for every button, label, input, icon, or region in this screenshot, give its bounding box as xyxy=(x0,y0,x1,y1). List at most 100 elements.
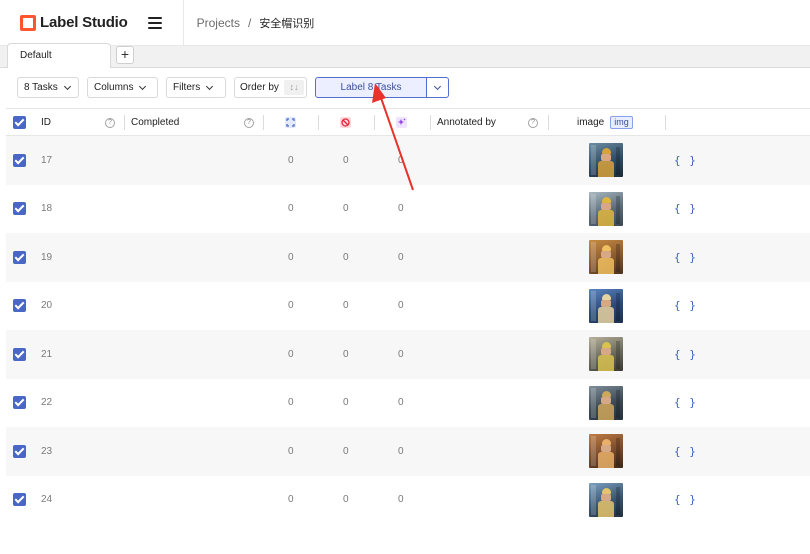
predictions-count: 0 xyxy=(398,445,404,457)
cancelled-count: 0 xyxy=(343,348,349,360)
column-header-total-annotations[interactable] xyxy=(285,109,296,136)
total-annotations-count: 0 xyxy=(288,445,294,457)
completed-help-icon[interactable]: ? xyxy=(244,109,254,136)
table-row[interactable]: 22 0 0 0 { } xyxy=(6,378,810,427)
row-checkbox[interactable] xyxy=(13,136,26,184)
predictions-count: 0 xyxy=(398,154,404,166)
row-checkbox[interactable] xyxy=(13,427,26,475)
row-checkbox[interactable] xyxy=(13,185,26,233)
task-table-body: 17 0 0 0 { } 18 0 0 0 {} 19 0 0 0 {} 2… xyxy=(6,136,810,524)
image-thumbnail[interactable] xyxy=(589,191,623,226)
chevron-down-icon xyxy=(433,82,442,90)
table-row[interactable]: 18 0 0 0 { } xyxy=(6,184,810,233)
task-data-json-button[interactable]: { } xyxy=(674,136,697,184)
cancelled-count: 0 xyxy=(343,445,349,457)
expand-icon xyxy=(285,117,296,128)
filters-button[interactable]: Filters xyxy=(166,77,226,98)
image-type-badge: img xyxy=(610,116,633,129)
task-id: 19 xyxy=(41,251,53,263)
image-thumbnail[interactable] xyxy=(589,240,623,274)
table-row[interactable]: 17 0 0 0 { } xyxy=(6,136,810,185)
column-header-annotated-by[interactable]: Annotated by xyxy=(437,109,496,136)
image-thumbnail-cell[interactable] xyxy=(589,379,623,427)
task-data-json-button[interactable]: { } xyxy=(674,476,697,524)
annotated-by-help-icon[interactable]: ? xyxy=(528,109,538,136)
app-name: Label Studio xyxy=(40,14,128,31)
breadcrumb: Projects / 安全帽识别 xyxy=(197,15,315,31)
image-thumbnail[interactable] xyxy=(589,288,623,323)
image-thumbnail[interactable] xyxy=(589,143,623,177)
app-logo[interactable]: Label Studio xyxy=(20,14,128,31)
predictions-count: 0 xyxy=(398,348,404,360)
filters-button-label: Filters xyxy=(173,82,201,93)
id-help-icon[interactable]: ? xyxy=(105,109,115,136)
image-thumbnail-cell[interactable] xyxy=(589,282,623,330)
chevron-down-icon xyxy=(63,82,71,90)
sort-direction-icon[interactable]: ↕↓ xyxy=(284,80,304,95)
image-thumbnail[interactable] xyxy=(589,434,623,468)
column-header-image[interactable]: image img xyxy=(577,109,633,136)
breadcrumb-current-project[interactable]: 安全帽识别 xyxy=(259,15,314,31)
table-row[interactable]: 24 0 0 0 { } xyxy=(6,475,810,524)
tab-default[interactable]: Default xyxy=(7,43,111,69)
column-divider xyxy=(665,115,666,130)
image-thumbnail[interactable] xyxy=(589,482,623,517)
checkbox[interactable] xyxy=(13,493,26,506)
table-row[interactable]: 21 0 0 0 { } xyxy=(6,330,810,379)
checkbox[interactable] xyxy=(13,299,26,312)
image-column-label: image xyxy=(577,117,605,128)
sparkle-icon xyxy=(396,117,407,128)
task-data-json-button[interactable]: { } xyxy=(674,282,697,330)
checkbox[interactable] xyxy=(13,250,26,264)
checkbox[interactable] xyxy=(13,202,26,215)
column-divider xyxy=(374,115,375,130)
column-header-cancelled[interactable] xyxy=(340,109,351,136)
row-checkbox[interactable] xyxy=(13,379,26,427)
column-header-completed[interactable]: Completed xyxy=(131,109,179,136)
task-data-json-button[interactable]: { } xyxy=(674,185,697,233)
table-row[interactable]: 19 0 0 0 { } xyxy=(6,233,810,282)
cancelled-count: 0 xyxy=(343,397,349,408)
select-all-checkbox[interactable] xyxy=(13,109,26,136)
image-thumbnail-cell[interactable] xyxy=(589,476,623,524)
image-thumbnail-cell[interactable] xyxy=(589,330,623,378)
checkbox[interactable] xyxy=(13,116,26,129)
ban-icon xyxy=(340,117,351,128)
row-checkbox[interactable] xyxy=(13,233,26,281)
order-by-button[interactable]: Order by ↕↓ xyxy=(234,77,307,98)
image-thumbnail-cell[interactable] xyxy=(589,427,623,475)
task-data-json-button[interactable]: { } xyxy=(674,233,697,281)
column-header-predictions[interactable] xyxy=(396,109,407,136)
predictions-count: 0 xyxy=(398,397,404,408)
task-data-json-button[interactable]: { } xyxy=(674,330,697,378)
add-tab-button[interactable]: + xyxy=(116,46,134,64)
label-options-dropdown[interactable] xyxy=(426,77,449,98)
row-checkbox[interactable] xyxy=(13,282,26,330)
column-header-id[interactable]: ID xyxy=(41,109,51,136)
image-thumbnail-cell[interactable] xyxy=(589,233,623,281)
cancelled-count: 0 xyxy=(343,300,349,311)
image-thumbnail-cell[interactable] xyxy=(589,185,623,233)
table-header: ID ? Completed ? Annotated by ? image im… xyxy=(6,108,810,136)
checkbox[interactable] xyxy=(13,153,26,167)
checkbox[interactable] xyxy=(13,347,26,361)
task-data-json-button[interactable]: { } xyxy=(674,379,697,427)
table-row[interactable]: 20 0 0 0 { } xyxy=(6,281,810,330)
columns-dropdown[interactable]: Columns xyxy=(87,77,158,98)
checkbox[interactable] xyxy=(13,444,26,458)
label-tasks-button[interactable]: Label 8 Tasks xyxy=(315,77,427,98)
data-manager-toolbar: 8 Tasks Columns Filters Order by ↕↓ Labe… xyxy=(0,68,810,108)
help-icon: ? xyxy=(528,117,538,128)
image-thumbnail[interactable] xyxy=(589,337,623,371)
hamburger-menu-icon[interactable] xyxy=(147,16,162,29)
breadcrumb-projects-link[interactable]: Projects xyxy=(197,16,240,30)
order-by-label: Order by xyxy=(240,82,279,93)
table-row[interactable]: 23 0 0 0 { } xyxy=(6,427,810,476)
task-data-json-button[interactable]: { } xyxy=(674,427,697,475)
checkbox[interactable] xyxy=(13,396,26,409)
image-thumbnail[interactable] xyxy=(589,385,623,420)
row-checkbox[interactable] xyxy=(13,330,26,378)
image-thumbnail-cell[interactable] xyxy=(589,136,623,184)
tasks-dropdown[interactable]: 8 Tasks xyxy=(17,77,79,98)
row-checkbox[interactable] xyxy=(13,476,26,524)
